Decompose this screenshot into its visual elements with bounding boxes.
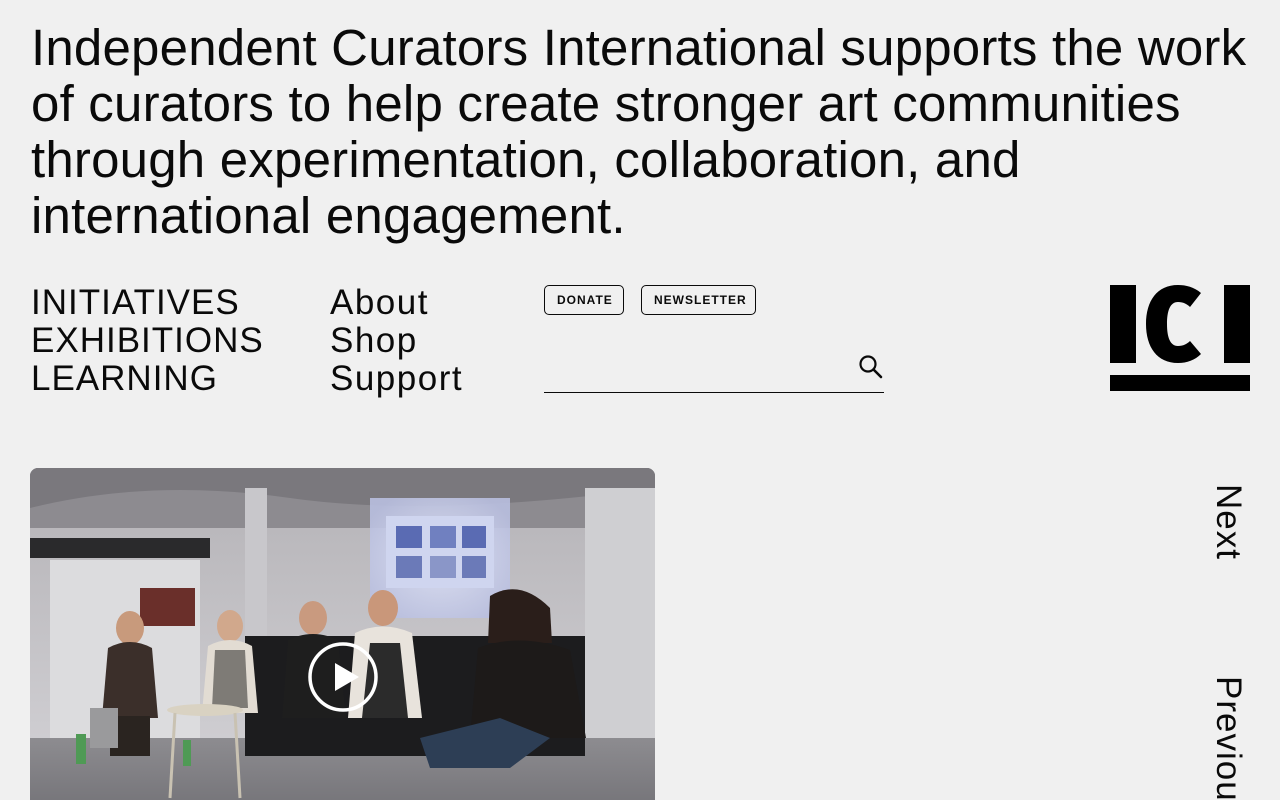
search-bar [544, 346, 884, 393]
newsletter-button[interactable]: NEWSLETTER [641, 285, 756, 315]
nav-item-exhibitions: EXHIBITIONS [31, 322, 264, 360]
nav-item-about: About [330, 284, 463, 322]
search-input[interactable] [544, 346, 848, 392]
nav-link-support[interactable]: Support [330, 359, 463, 398]
nav-item-initiatives: INITIATIVES [31, 284, 264, 322]
carousel-previous-link[interactable]: Previous [1208, 676, 1248, 800]
ici-logo-mark [1110, 285, 1250, 391]
nav-item-support: Support [330, 360, 463, 398]
nav-link-initiatives[interactable]: INITIATIVES [31, 283, 240, 322]
secondary-nav: About Shop Support [330, 284, 463, 398]
carousel-next-link[interactable]: Next [1208, 484, 1248, 560]
play-button[interactable] [307, 641, 379, 713]
primary-nav: INITIATIVES EXHIBITIONS LEARNING [31, 284, 264, 398]
nav-link-shop[interactable]: Shop [330, 321, 418, 360]
nav-item-learning: LEARNING [31, 360, 264, 398]
page: Independent Curators International suppo… [0, 0, 1280, 800]
play-icon [308, 642, 378, 712]
search-button[interactable] [858, 354, 884, 380]
nav-link-about[interactable]: About [330, 283, 429, 322]
video-thumbnail[interactable] [30, 468, 655, 800]
mission-statement: Independent Curators International suppo… [31, 19, 1247, 244]
nav-link-exhibitions[interactable]: EXHIBITIONS [31, 321, 264, 360]
panel-discussion-photo [30, 468, 655, 800]
nav-item-shop: Shop [330, 322, 463, 360]
donate-button[interactable]: DONATE [544, 285, 624, 315]
nav-link-learning[interactable]: LEARNING [31, 359, 218, 398]
search-icon [859, 355, 883, 379]
ici-logo[interactable] [1110, 285, 1250, 391]
